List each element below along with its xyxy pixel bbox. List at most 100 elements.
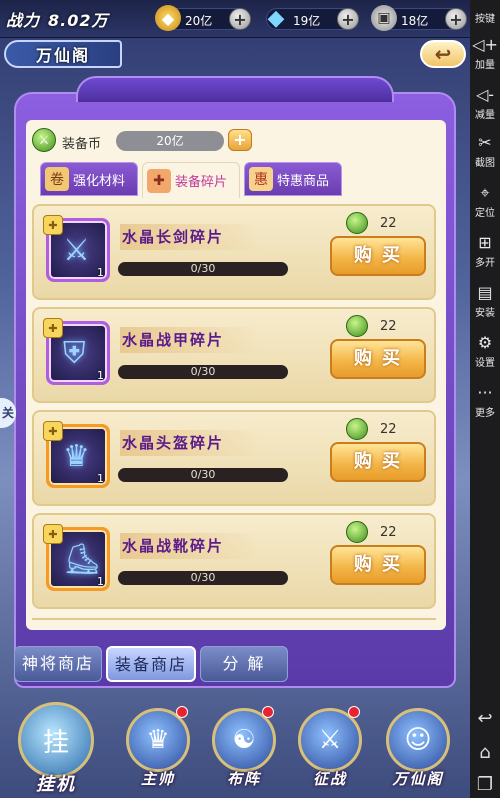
scissors-icon: ✂ <box>478 133 492 152</box>
shop-sub-tabs: 神将商店 装备商店 分 解 <box>14 646 294 684</box>
fragment-icon: ✚ <box>43 318 63 338</box>
combat-power-value: 8.02万 <box>48 11 109 30</box>
sidebar-item-volume-down[interactable]: ◁- 减量 <box>470 85 500 122</box>
sidebar-item-volume-up[interactable]: ◁+ 加量 <box>470 35 500 72</box>
buy-button[interactable]: 购买 <box>330 339 426 379</box>
nav-label: 万仙阁 <box>392 770 444 788</box>
item-frame[interactable]: ✚ ⛨ 1 <box>43 318 110 385</box>
tab-hero-shop[interactable]: 神将商店 <box>14 646 102 682</box>
add-equip-coin-button[interactable]: + <box>228 129 252 151</box>
add-coin-button[interactable]: + <box>445 8 467 30</box>
back-arrow-icon: ↩ <box>434 42 452 66</box>
fragment-icon: ✚ <box>43 524 63 544</box>
equip-coin-icon <box>346 315 368 337</box>
copper-coin-icon: ▣ <box>371 5 397 31</box>
nav-label: 布阵 <box>226 770 261 788</box>
home-icon[interactable]: ⌂ <box>470 742 500 763</box>
recent-apps-icon[interactable]: ❐ <box>470 774 500 795</box>
buy-button[interactable]: 购买 <box>330 442 426 482</box>
list-item: ✚ ⛸ 1 水晶战靴碎片 0/30 22 购买 <box>32 513 436 609</box>
sidebar-item-label: 按键 <box>475 14 495 25</box>
sidebar-item-multi-instance[interactable]: ⊞ 多开 <box>470 233 500 270</box>
equip-coin-icon: ⚔ <box>32 128 56 152</box>
diamond-amount: 19亿 <box>293 14 321 28</box>
item-frame[interactable]: ✚ ⚔ 1 <box>43 215 110 282</box>
combat-power: 战力 8.02万 <box>6 7 109 31</box>
apk-install-icon: ▤ <box>477 283 493 302</box>
notification-dot <box>176 706 188 718</box>
nav-battle[interactable]: ⚔ 征战 <box>290 702 370 792</box>
tab-label: 特惠商品 <box>277 173 330 189</box>
buy-button[interactable]: 购买 <box>330 236 426 276</box>
item-name: 水晶战靴碎片 <box>120 533 260 559</box>
sidebar-item-label: 定位 <box>475 208 495 219</box>
item-frame[interactable]: ✚ ⛸ 1 <box>43 524 110 591</box>
add-diamond-button[interactable]: + <box>337 8 359 30</box>
notification-dot <box>262 706 274 718</box>
item-owned-count: 1 <box>97 575 104 588</box>
sidebar-item-label: 减量 <box>475 110 495 121</box>
tab-equipment-shop[interactable]: 装备商店 <box>106 646 196 682</box>
puzzle-icon: ✚ <box>147 168 171 193</box>
item-price: 22 <box>380 422 397 437</box>
game-screen: 战力 8.02万 ◆ 20亿 + ◆ 19亿 + ▣ 18亿 + 万仙阁 ↩ ⚔ … <box>0 0 470 798</box>
equip-currency-value: 20亿 <box>116 131 224 151</box>
notification-dot <box>348 706 360 718</box>
combat-power-label: 战力 <box>6 11 41 30</box>
back-button[interactable]: ↩ <box>420 40 466 68</box>
volume-up-icon: ◁+ <box>472 35 498 54</box>
buy-button[interactable]: 购买 <box>330 545 426 585</box>
item-owned-count: 1 <box>97 472 104 485</box>
item-owned-count: 1 <box>97 369 104 382</box>
nav-immortal-pavilion[interactable]: ☺ 万仙阁 <box>378 702 458 792</box>
list-item: ✚ ♛ 1 水晶头盔碎片 0/30 22 购买 <box>32 410 436 506</box>
item-name: 水晶头盔碎片 <box>120 430 260 456</box>
more-icon: ··· <box>477 383 493 402</box>
item-list[interactable]: ✚ ⚔ 1 水晶长剑碎片 0/30 22 购买 ✚ ⛨ 1 水晶战甲碎片 0/3… <box>28 200 442 620</box>
nav-formation[interactable]: ☯ 布阵 <box>204 702 284 792</box>
sidebar-item-more[interactable]: ··· 更多 <box>470 383 500 420</box>
shop-tabs: 卷 强化材料 ✚ 装备碎片 惠 特惠商品 <box>40 162 440 198</box>
diamond-icon: ◆ <box>267 5 285 31</box>
resource-bar: 战力 8.02万 ◆ 20亿 + ◆ 19亿 + ▣ 18亿 + <box>0 0 470 38</box>
volume-down-icon: ◁- <box>475 85 495 104</box>
location-icon: ⌖ <box>480 183 490 202</box>
equip-currency-label: 装备币 <box>62 137 102 152</box>
gold-amount: 20亿 <box>185 14 213 28</box>
tab-special-offers[interactable]: 惠 特惠商品 <box>244 162 342 196</box>
sidebar-item-label: 更多 <box>475 408 495 419</box>
coin-amount: 18亿 <box>401 14 429 28</box>
back-nav-icon[interactable]: ↩ <box>470 708 500 729</box>
tab-equipment-fragments[interactable]: ✚ 装备碎片 <box>142 162 240 198</box>
fragment-icon: ✚ <box>43 215 63 235</box>
gold-resource: ◆ 20亿 + <box>155 5 251 31</box>
multi-instance-icon: ⊞ <box>478 233 492 252</box>
tab-label: 装备碎片 <box>175 175 228 190</box>
emulator-sidebar: 按键 ◁+ 加量 ◁- 减量 ✂ 截图 ⌖ 定位 ⊞ 多开 ▤ 安装 ⚙ 设置 … <box>470 0 500 798</box>
tab-decompose[interactable]: 分 解 <box>200 646 288 682</box>
equip-coin-icon <box>346 418 368 440</box>
sidebar-item-label: 安装 <box>475 308 495 319</box>
add-gold-button[interactable]: + <box>229 8 251 30</box>
gold-ingot-icon: ◆ <box>155 5 181 31</box>
page-title: 万仙阁 <box>36 46 91 65</box>
sidebar-item-install[interactable]: ▤ 安装 <box>470 283 500 320</box>
nav-label: 挂机 <box>36 774 76 795</box>
nav-idle[interactable]: 挂 挂机 <box>8 692 104 795</box>
sidebar-item-location[interactable]: ⌖ 定位 <box>470 183 500 220</box>
item-frame[interactable]: ✚ ♛ 1 <box>43 421 110 488</box>
tab-enhance-materials[interactable]: 卷 强化材料 <box>40 162 138 196</box>
list-item: ✚ ⛨ 1 水晶战甲碎片 0/30 22 购买 <box>32 307 436 403</box>
item-owned-count: 1 <box>97 266 104 279</box>
sidebar-item-label: 加量 <box>475 60 495 71</box>
sidebar-item-settings[interactable]: ⚙ 设置 <box>470 334 500 370</box>
idle-hero-icon: 挂 <box>18 702 94 778</box>
sidebar-item-screenshot[interactable]: ✂ 截图 <box>470 133 500 170</box>
item-progress: 0/30 <box>118 571 288 585</box>
equip-currency-row: ⚔ 装备币 20亿 + <box>30 128 440 154</box>
sidebar-item-keys[interactable]: 按键 <box>470 8 500 25</box>
idle-badge: 挂 <box>42 727 69 758</box>
immortal-pavilion-icon: ☺ <box>386 708 450 772</box>
nav-commander[interactable]: ♛ 主帅 <box>118 702 198 792</box>
diamond-resource: ◆ 19亿 + <box>266 5 359 31</box>
